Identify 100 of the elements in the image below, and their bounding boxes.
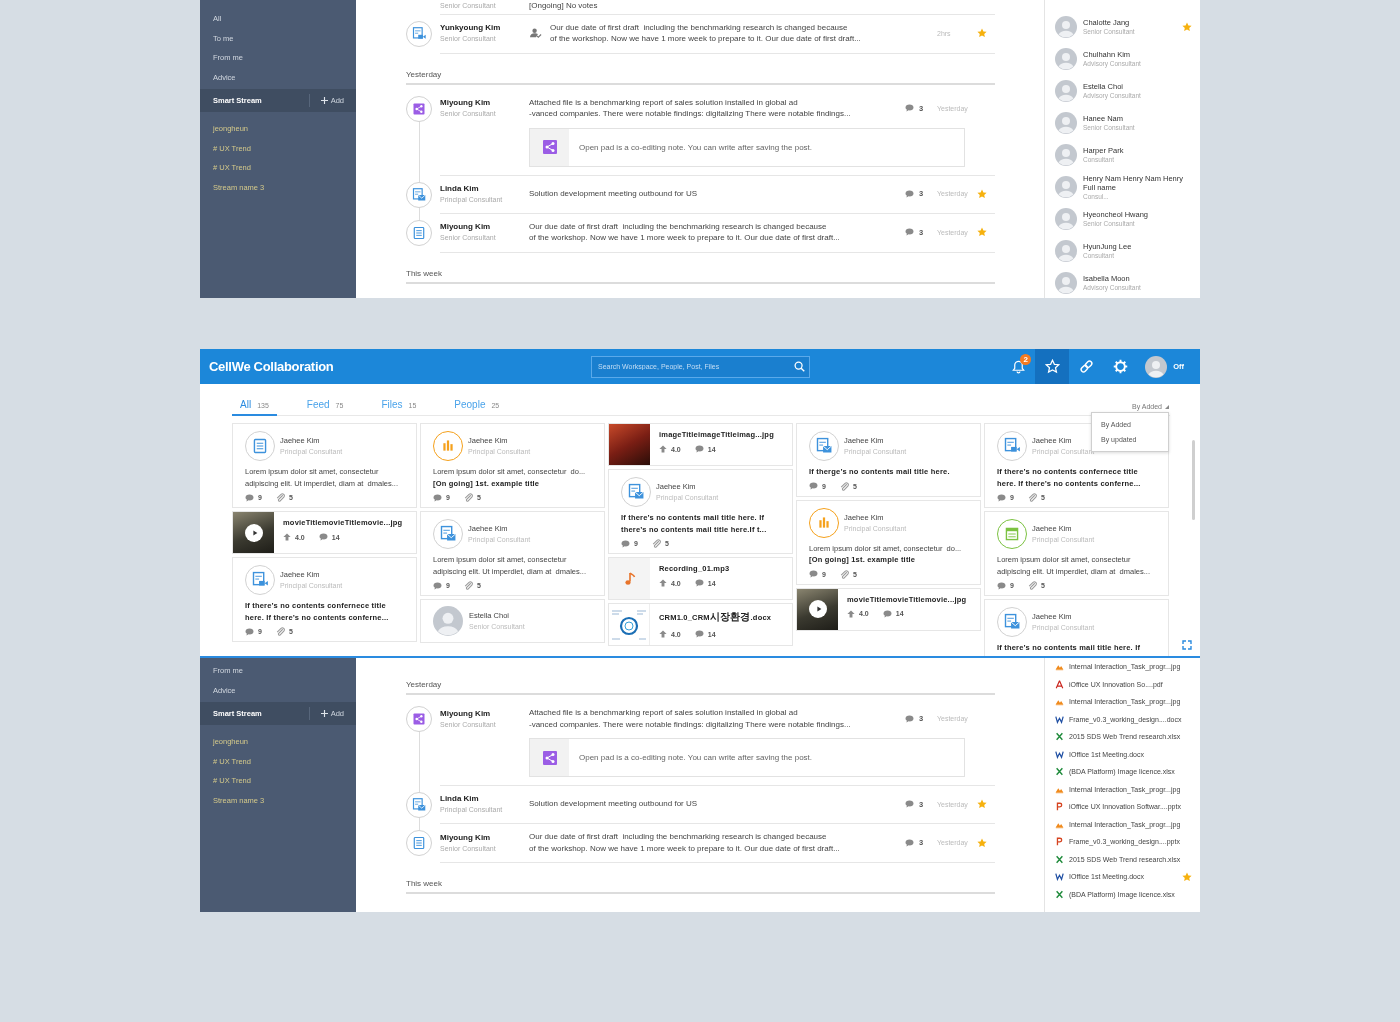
caret-icon xyxy=(1165,404,1169,409)
spreadsheet-icon xyxy=(1055,889,1064,899)
share-icon xyxy=(406,95,432,122)
up-arrow-icon xyxy=(659,445,667,453)
star-icon[interactable] xyxy=(977,188,987,199)
comment-icon xyxy=(809,482,818,490)
video-call-icon xyxy=(406,20,432,47)
avatar xyxy=(1055,144,1077,166)
word-document-icon xyxy=(1055,872,1064,882)
comment-icon xyxy=(694,445,704,453)
attachment-text: Open pad is a co-editing note. You can write after saving the post. xyxy=(578,142,813,152)
avatar xyxy=(1055,112,1077,134)
comment-icon xyxy=(905,228,914,236)
mail-icon xyxy=(997,607,1027,637)
attachment-card[interactable]: Open pad is a co-editing note. You can write after saving the post. xyxy=(529,127,965,167)
mail-icon xyxy=(621,477,651,507)
up-arrow-icon xyxy=(659,630,667,638)
post-text: Solution development meeting outbound for US xyxy=(529,187,698,200)
sheet-icon xyxy=(997,519,1027,549)
comment-icon xyxy=(318,533,328,541)
avatar xyxy=(1055,48,1077,70)
document-icon xyxy=(406,830,432,856)
comment-icon xyxy=(882,609,892,618)
attachment-card[interactable]: Open pad is a co-editing note. You can write after saving the post. xyxy=(529,738,965,777)
author-name[interactable]: Linda Kim xyxy=(440,182,529,194)
section-header: Yesterday xyxy=(406,664,995,695)
favorites-button[interactable] xyxy=(1035,349,1070,384)
comment-icon xyxy=(809,570,818,578)
up-arrow-icon xyxy=(283,533,291,541)
share-icon xyxy=(541,749,558,766)
author-name[interactable]: Miyoung Kim xyxy=(440,97,529,108)
star-icon[interactable] xyxy=(977,28,987,38)
paperclip-icon xyxy=(463,493,473,502)
settings-icon xyxy=(1112,359,1128,374)
mail-icon xyxy=(406,181,432,208)
avatar xyxy=(1055,16,1077,38)
avatar xyxy=(1055,272,1077,294)
play-button[interactable] xyxy=(244,523,263,542)
share-icon xyxy=(541,139,558,155)
author-name[interactable]: Miyoung Kim xyxy=(440,707,529,719)
comment-icon xyxy=(694,579,704,587)
author-name[interactable]: Linda Kim xyxy=(440,793,529,804)
star-icon[interactable] xyxy=(977,837,987,848)
paperclip-icon xyxy=(275,627,285,636)
comment-icon xyxy=(905,800,914,808)
bell-icon xyxy=(1010,359,1026,374)
author-name[interactable]: Miyoung Kim xyxy=(440,831,529,843)
author-name[interactable]: Miyoung Kim xyxy=(440,221,529,232)
post-text: Our due date of first draft including the benchmarking research is changed because of the workshop. Now we have 1 more week to prepare to it. Our due date of first draft... xyxy=(550,21,861,45)
person-check-icon xyxy=(529,27,542,39)
avatar xyxy=(433,606,463,636)
star-icon[interactable] xyxy=(1182,871,1192,882)
play-button[interactable] xyxy=(808,600,827,618)
avatar xyxy=(1055,80,1077,102)
scrollbar[interactable] xyxy=(1192,440,1195,520)
up-arrow-icon xyxy=(659,579,667,587)
section-header: Yesterday xyxy=(406,53,995,85)
post-text: [Ongoing] No votes xyxy=(529,0,598,12)
mail-icon xyxy=(433,519,463,549)
video-call-icon xyxy=(245,565,275,595)
spreadsheet-icon xyxy=(1055,854,1064,864)
expand-icon[interactable] xyxy=(1182,640,1192,650)
plus-icon xyxy=(320,710,328,717)
document-icon xyxy=(245,431,275,461)
star-icon[interactable] xyxy=(977,799,987,809)
attachment-text: Open pad is a co-editing note. You can write after saving the post. xyxy=(578,753,813,762)
star-outline-icon xyxy=(1044,359,1060,374)
up-arrow-icon xyxy=(847,609,855,618)
presentation-icon xyxy=(1055,837,1064,847)
spreadsheet-icon xyxy=(1055,767,1064,777)
author-name[interactable]: Yunkyoung Kim xyxy=(440,22,529,33)
mail-icon xyxy=(406,792,432,818)
avatar xyxy=(1055,176,1077,198)
photo-placeholder xyxy=(609,424,650,465)
comment-icon xyxy=(433,493,442,502)
post-text: Our due date of first draft including the benchmarking research is changed because of the workshop. Now we have 1 more week to prepare to it. Our due date of first draft... xyxy=(529,220,840,244)
play-icon xyxy=(814,605,823,613)
comment-icon xyxy=(997,493,1006,502)
search-icon[interactable] xyxy=(794,361,805,372)
play-icon xyxy=(250,528,259,537)
paperclip-icon xyxy=(463,581,473,590)
avatar xyxy=(1145,355,1168,378)
star-icon[interactable] xyxy=(977,227,987,237)
avatar xyxy=(1055,240,1077,262)
comment-icon xyxy=(905,189,914,198)
paperclip-icon xyxy=(1027,493,1037,502)
comment-icon xyxy=(905,104,914,112)
document-icon xyxy=(406,219,432,246)
word-document-icon xyxy=(1055,714,1064,724)
paperclip-icon xyxy=(839,481,849,491)
comment-icon xyxy=(905,714,914,723)
plus-icon xyxy=(320,97,328,104)
bar-chart-icon xyxy=(433,431,463,461)
spreadsheet-icon xyxy=(1055,732,1064,742)
avatar xyxy=(1055,208,1077,230)
star-icon[interactable] xyxy=(1182,22,1192,32)
paperclip-icon xyxy=(839,569,849,579)
paperclip-icon xyxy=(275,493,285,502)
share-icon xyxy=(406,706,432,732)
video-call-icon xyxy=(997,431,1027,461)
